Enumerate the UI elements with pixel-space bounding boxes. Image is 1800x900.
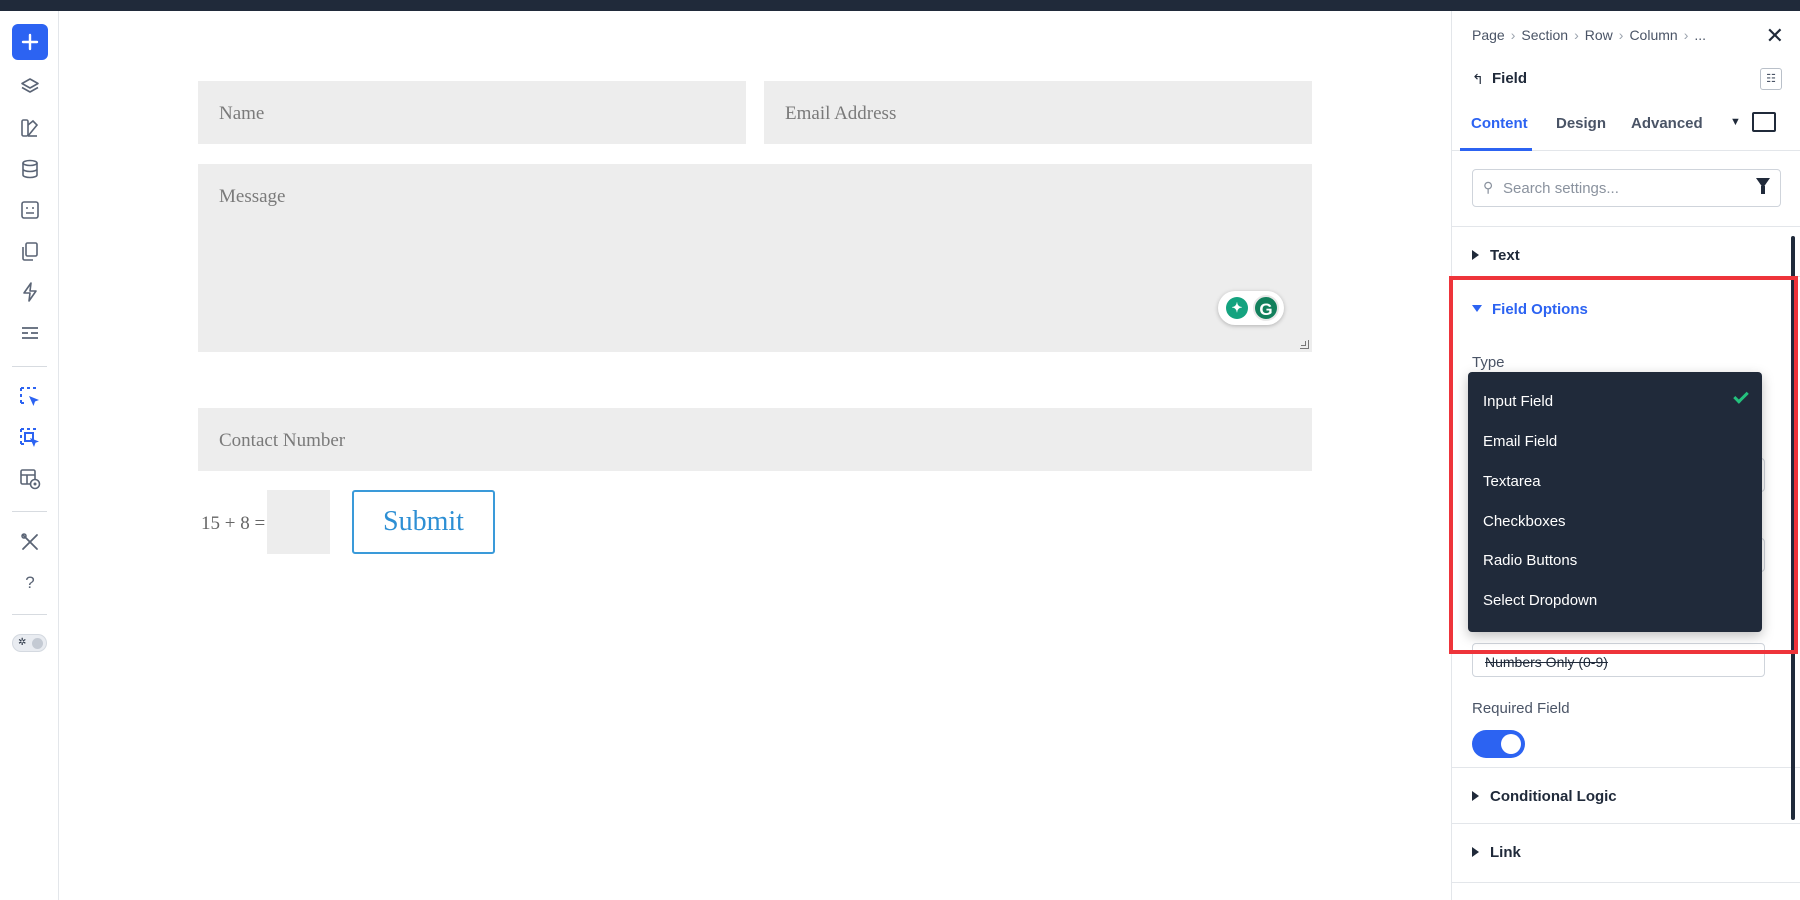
- help-button[interactable]: ?: [13, 566, 47, 600]
- tab-advanced[interactable]: Advanced: [1631, 115, 1703, 132]
- required-field-label: Required Field: [1472, 700, 1570, 717]
- breadcrumb-row[interactable]: Row: [1585, 27, 1613, 43]
- select-element-button[interactable]: [13, 380, 47, 414]
- section-conditional-logic-label: Conditional Logic: [1490, 788, 1617, 805]
- required-field-toggle[interactable]: [1472, 730, 1525, 758]
- breadcrumb-column[interactable]: Column: [1629, 27, 1677, 43]
- rail-divider: [12, 614, 47, 615]
- breadcrumb-more[interactable]: ...: [1694, 27, 1706, 43]
- lightning-icon: [23, 282, 37, 302]
- email-placeholder: Email Address: [785, 103, 897, 124]
- bulb-icon[interactable]: ✦: [1226, 297, 1248, 319]
- caret-right-icon: [1472, 791, 1479, 801]
- visibility-button[interactable]: [13, 462, 47, 496]
- section-conditional-logic-toggle[interactable]: Conditional Logic: [1472, 788, 1617, 805]
- rail-divider: [12, 366, 47, 367]
- name-placeholder: Name: [219, 103, 265, 124]
- responsive-view-icon[interactable]: [1752, 112, 1776, 132]
- template-icon: [21, 201, 39, 219]
- captcha-question: 15 + 8 =: [201, 513, 266, 534]
- brush-icon: [21, 119, 39, 137]
- section-text-toggle[interactable]: Text: [1472, 247, 1520, 264]
- panel-tabs: Content Design Advanced ▼: [1452, 111, 1800, 151]
- chevron-down-icon[interactable]: ▼: [1730, 116, 1741, 128]
- resize-handle-icon[interactable]: [1300, 340, 1309, 349]
- breadcrumb-section[interactable]: Section: [1521, 27, 1568, 43]
- interactions-button[interactable]: [13, 275, 47, 309]
- top-bar: [0, 0, 1800, 11]
- section-text-label: Text: [1490, 247, 1520, 264]
- breadcrumb: Page › Section › Row › Column ›...: [1472, 27, 1707, 43]
- panel-title: Field: [1492, 70, 1528, 87]
- rail-divider: [12, 511, 47, 512]
- breadcrumb-page[interactable]: Page: [1472, 27, 1505, 43]
- add-element-button[interactable]: [12, 24, 48, 60]
- divider: [1452, 823, 1800, 824]
- tab-content[interactable]: Content: [1471, 115, 1528, 132]
- database-icon: [22, 159, 38, 179]
- template-button[interactable]: [13, 193, 47, 227]
- name-input[interactable]: Name: [198, 81, 746, 144]
- captcha-answer-input[interactable]: [267, 490, 330, 554]
- search-icon: ⚲: [1483, 179, 1494, 195]
- section-link-toggle[interactable]: Link: [1472, 844, 1521, 861]
- panel-options-icon[interactable]: ☷: [1760, 68, 1782, 90]
- structure-button[interactable]: [13, 316, 47, 350]
- tab-design[interactable]: Design: [1556, 115, 1606, 132]
- theme-toggle[interactable]: ✲: [12, 634, 47, 652]
- caret-right-icon: [1472, 250, 1479, 260]
- submit-button[interactable]: Submit: [352, 490, 495, 554]
- pages-button[interactable]: [13, 234, 47, 268]
- grammarly-icon[interactable]: G: [1253, 295, 1279, 321]
- select-cursor-icon: [20, 387, 39, 406]
- add-icon: [21, 33, 39, 51]
- close-icon[interactable]: ✕: [1766, 25, 1784, 47]
- message-textarea[interactable]: Message: [198, 164, 1312, 352]
- allowed-symbols-value: Numbers Only (0-9): [1485, 654, 1608, 670]
- multi-select-button[interactable]: [13, 421, 47, 455]
- theme-toggle-icon: ✲: [18, 637, 27, 648]
- contact-placeholder: Contact Number: [219, 430, 346, 451]
- layers-button[interactable]: [13, 70, 47, 104]
- highlight-box: [1449, 276, 1798, 654]
- message-placeholder: Message: [219, 186, 286, 207]
- divider: [1452, 882, 1800, 883]
- email-input[interactable]: Email Address: [764, 81, 1312, 144]
- caret-right-icon: [1472, 847, 1479, 857]
- database-button[interactable]: [13, 152, 47, 186]
- divider: [1452, 226, 1800, 227]
- divider: [1452, 767, 1800, 768]
- multi-select-cursor-icon: [20, 428, 39, 447]
- layers-icon: [21, 78, 39, 93]
- toggle-knob: [32, 638, 43, 649]
- layout-visibility-icon: [20, 469, 41, 490]
- pages-icon: [22, 242, 38, 261]
- toggle-knob: [1501, 734, 1521, 754]
- section-link-label: Link: [1490, 844, 1521, 861]
- tools-icon: [21, 533, 38, 550]
- menu-lines-icon: [22, 327, 38, 339]
- search-placeholder: Search settings...: [1503, 180, 1619, 197]
- search-settings-input[interactable]: ⚲ Search settings...: [1472, 169, 1781, 207]
- design-button[interactable]: [13, 111, 47, 145]
- filter-icon[interactable]: [1756, 178, 1770, 194]
- contact-number-input[interactable]: Contact Number: [198, 408, 1312, 471]
- left-toolbar: ? ✲: [0, 11, 59, 900]
- help-icon: ?: [25, 573, 35, 592]
- tools-button[interactable]: [13, 525, 47, 559]
- grammarly-widget[interactable]: ✦ G: [1218, 291, 1284, 325]
- active-tab-indicator: [1460, 148, 1532, 151]
- back-icon[interactable]: ↰: [1472, 71, 1484, 88]
